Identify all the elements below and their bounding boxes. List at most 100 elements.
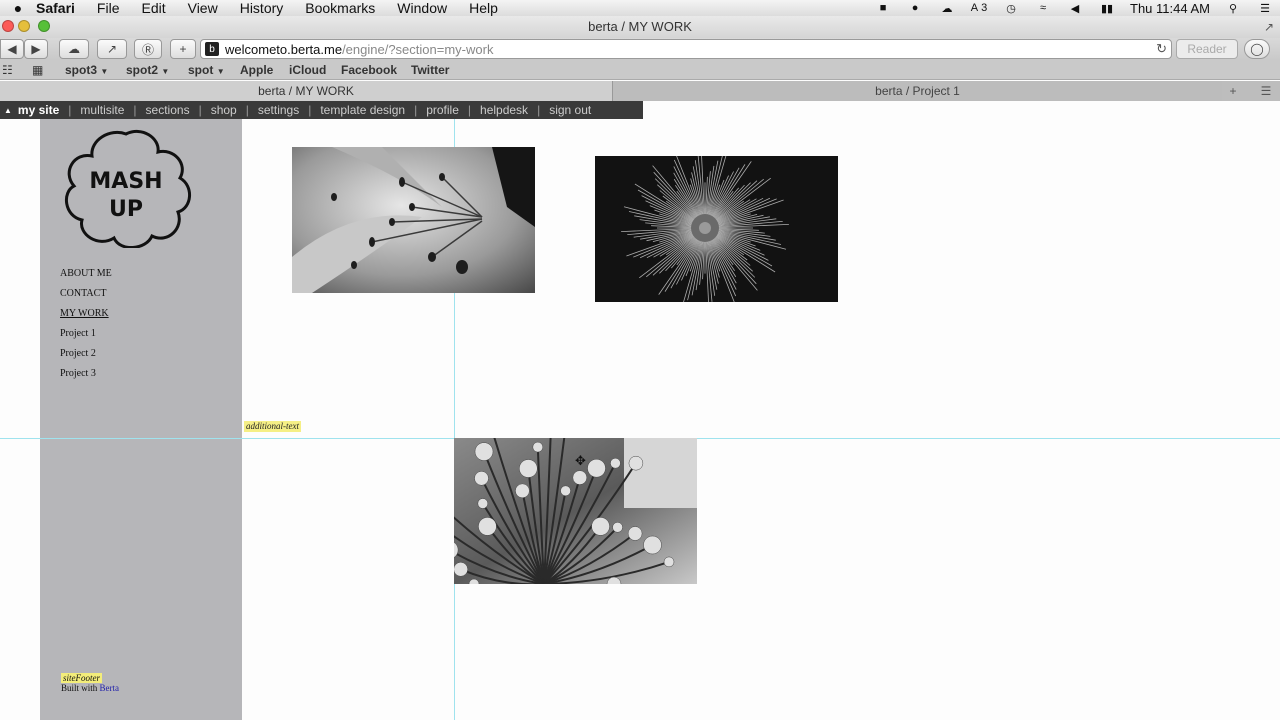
admin-profile[interactable]: profile: [426, 103, 459, 117]
tab-bar: berta / MY WORK berta / Project 1 + ☰: [0, 81, 1280, 101]
adobe-icon[interactable]: A3: [970, 2, 988, 14]
cloud-sync-icon[interactable]: ☁: [938, 2, 956, 15]
bookmark-apple[interactable]: Apple: [240, 63, 273, 77]
chevron-down-icon: ▼: [161, 67, 170, 76]
berta-admin-menu: ▲ my site | multisite | sections | shop | se…: [0, 101, 643, 119]
admin-shop[interactable]: shop: [211, 103, 237, 117]
apple-menu-icon[interactable]: ●: [0, 0, 36, 16]
admin-my-site[interactable]: my site: [18, 103, 59, 117]
reading-list-icon[interactable]: ☷: [2, 63, 13, 77]
menu-help[interactable]: Help: [469, 0, 498, 16]
site-footer: siteFooter Built with Berta: [61, 673, 119, 693]
separator: |: [68, 103, 72, 117]
macos-menubar: ● Safari File Edit View History Bookmark…: [0, 0, 1280, 16]
address-bar[interactable]: b welcometo.berta.me/engine/?section=my-…: [200, 39, 1172, 59]
photo-lily[interactable]: [292, 147, 535, 293]
logo-line-2: UP: [109, 197, 143, 222]
separator: |: [133, 103, 137, 117]
web-page: ▲ my site | multisite | sections | shop | se…: [0, 101, 1280, 720]
notification-center-icon[interactable]: ☰: [1256, 2, 1274, 15]
window-titlebar: berta / MY WORK ↗: [0, 16, 1280, 38]
separator: |: [198, 103, 202, 117]
menubar-clock[interactable]: Thu 11:44 AM: [1130, 1, 1210, 16]
add-tab-icon[interactable]: +: [1222, 81, 1244, 101]
reload-icon[interactable]: ↻: [1156, 41, 1167, 57]
top-sites-icon[interactable]: ▦: [32, 63, 43, 77]
bookmark-spot-label: spot: [188, 63, 214, 77]
separator: |: [467, 103, 472, 117]
nav-contact[interactable]: CONTACT: [60, 287, 112, 307]
site-footer-editable[interactable]: siteFooter: [61, 673, 102, 683]
photo-dandelion[interactable]: [595, 156, 838, 302]
bookmark-spot3-label: spot3: [65, 63, 98, 77]
collapse-menu-icon[interactable]: ▲: [4, 106, 12, 115]
new-tab-button[interactable]: +: [170, 39, 196, 59]
pinterest-button[interactable]: Ⓡ: [134, 39, 162, 59]
admin-multisite[interactable]: multisite: [80, 103, 124, 117]
back-button[interactable]: ◀: [0, 39, 24, 59]
reader-button[interactable]: Reader: [1176, 39, 1238, 59]
adobe-badge-count: 3: [981, 2, 988, 14]
volume-icon[interactable]: ◀: [1066, 2, 1084, 15]
chevron-down-icon: ▼: [216, 67, 225, 76]
site-favicon-icon: b: [205, 42, 219, 56]
menu-edit[interactable]: Edit: [141, 0, 165, 16]
nav-my-work[interactable]: MY WORK: [60, 307, 112, 327]
separator: |: [245, 103, 249, 117]
tab-project-1[interactable]: berta / Project 1: [612, 81, 1222, 101]
tab-overview-icon[interactable]: ☰: [1252, 81, 1280, 101]
site-navigation: ABOUT ME CONTACT MY WORK Project 1 Proje…: [60, 267, 112, 387]
nav-project-1[interactable]: Project 1: [60, 327, 112, 347]
site-sidebar: MASH UP ABOUT ME CONTACT MY WORK Project…: [40, 119, 242, 720]
menu-file[interactable]: File: [97, 0, 120, 16]
nav-about-me[interactable]: ABOUT ME: [60, 267, 112, 287]
downloads-button[interactable]: ◯: [1244, 39, 1270, 59]
icloud-tabs-button[interactable]: ☁: [59, 39, 89, 59]
forward-button[interactable]: ▶: [24, 39, 48, 59]
menu-bookmarks[interactable]: Bookmarks: [305, 0, 375, 16]
separator: |: [537, 103, 541, 117]
tab-my-work[interactable]: berta / MY WORK: [0, 81, 612, 101]
separator: |: [308, 103, 312, 117]
wifi-icon[interactable]: ≈: [1034, 2, 1052, 14]
facetime-camera-icon[interactable]: ■: [874, 2, 892, 14]
bookmark-spot3[interactable]: spot3 ▼: [65, 63, 108, 77]
menu-history[interactable]: History: [240, 0, 284, 16]
time-machine-icon[interactable]: ◷: [1002, 2, 1020, 15]
url-host: welcometo.berta.me: [225, 41, 343, 57]
admin-template-design[interactable]: template design: [320, 103, 405, 117]
fullscreen-icon[interactable]: ↗: [1264, 20, 1274, 34]
logo-line-1: MASH: [89, 169, 162, 194]
separator: |: [414, 103, 418, 117]
move-cursor-icon: ✥: [575, 453, 586, 468]
menu-view[interactable]: View: [188, 0, 218, 16]
nav-project-3[interactable]: Project 3: [60, 367, 112, 387]
bookmark-spot2[interactable]: spot2 ▼: [126, 63, 169, 77]
bookmark-icloud[interactable]: iCloud: [289, 63, 326, 77]
menu-app-safari[interactable]: Safari: [36, 0, 75, 16]
battery-icon[interactable]: ▮▮: [1098, 2, 1116, 15]
berta-link[interactable]: Berta: [100, 683, 120, 693]
mash-up-logo[interactable]: MASH UP: [60, 128, 192, 248]
browser-toolbar: ◀ ▶ ☁ ↗ Ⓡ + b welcometo.berta.me/engine/…: [0, 38, 1280, 60]
window-title: berta / MY WORK: [588, 19, 692, 34]
chat-icon[interactable]: ●: [906, 2, 924, 14]
admin-helpdesk[interactable]: helpdesk: [480, 103, 528, 117]
nav-project-2[interactable]: Project 2: [60, 347, 112, 367]
admin-sign-out[interactable]: sign out: [549, 103, 591, 117]
additional-text-editable[interactable]: additional-text: [244, 421, 301, 432]
bookmarks-bar: ☷ ▦ spot3 ▼ spot2 ▼ spot ▼ Apple iCloud …: [0, 60, 1280, 80]
spotlight-search-icon[interactable]: ⚲: [1224, 2, 1242, 15]
admin-sections[interactable]: sections: [146, 103, 190, 117]
bookmark-twitter[interactable]: Twitter: [411, 63, 449, 77]
chevron-down-icon: ▼: [100, 67, 109, 76]
bookmark-facebook[interactable]: Facebook: [341, 63, 397, 77]
url-path: /engine/?section=my-work: [342, 41, 494, 57]
share-button[interactable]: ↗: [97, 39, 127, 59]
footer-text: Built with: [61, 683, 98, 693]
menu-window[interactable]: Window: [397, 0, 447, 16]
admin-settings[interactable]: settings: [258, 103, 299, 117]
menubar-status-area: ■ ● ☁ A3 ◷ ≈ ◀ ▮▮ Thu 11:44 AM ⚲ ☰: [874, 0, 1274, 16]
bookmark-spot2-label: spot2: [126, 63, 159, 77]
bookmark-spot[interactable]: spot ▼: [188, 63, 225, 77]
